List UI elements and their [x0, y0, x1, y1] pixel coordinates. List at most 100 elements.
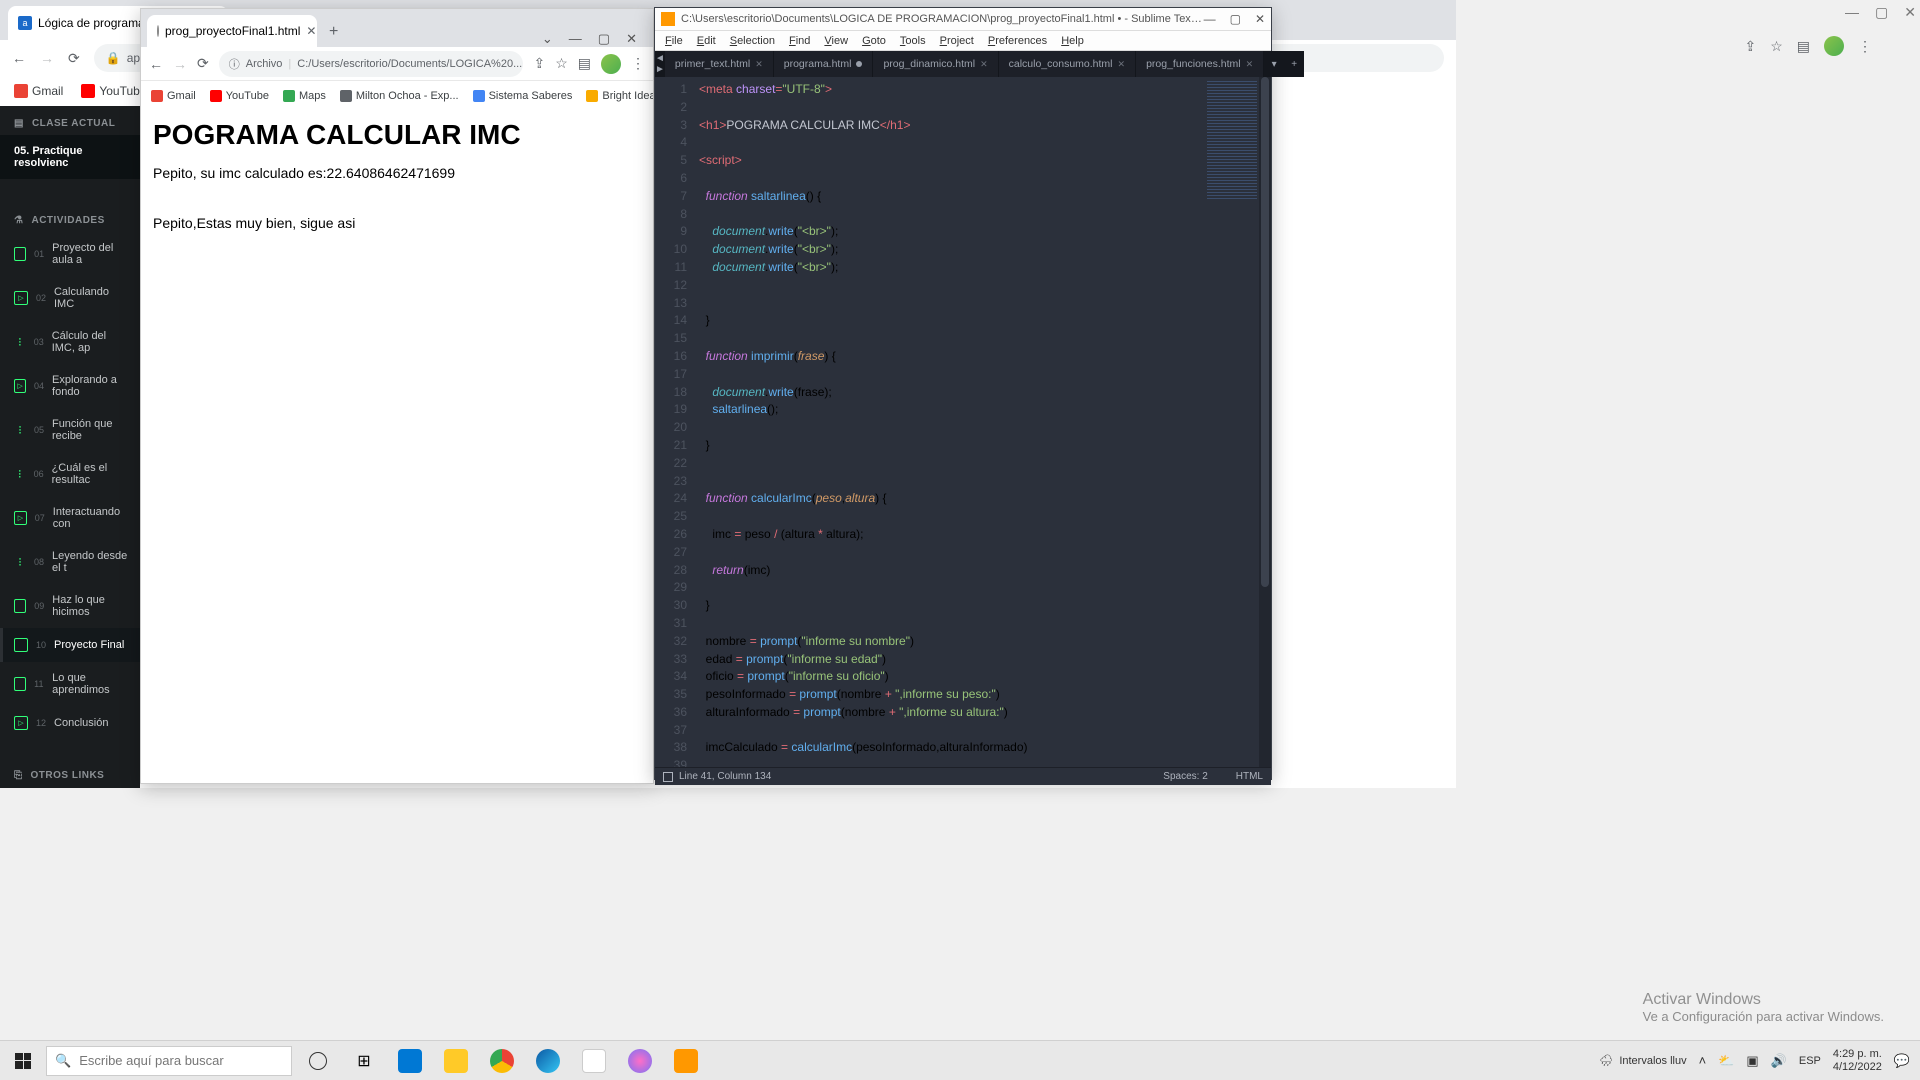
activity-item-02[interactable]: ▷02Calculando IMC — [0, 276, 140, 320]
front-url-field[interactable]: ⓘ Archivo | C:/Users/escritorio/Document… — [219, 51, 524, 77]
bookmark-gmail[interactable]: Gmail — [14, 84, 63, 98]
indent-setting[interactable]: Spaces: 2 — [1163, 771, 1207, 782]
tray-network-icon[interactable]: ▣ — [1746, 1053, 1758, 1069]
bookmark-gmail[interactable]: Gmail — [151, 90, 196, 102]
menu-project[interactable]: Project — [940, 35, 974, 47]
forward-icon[interactable]: → — [40, 50, 54, 66]
editor-area[interactable]: 1234567891011121314151617181920212223242… — [655, 77, 1271, 767]
activity-item-08[interactable]: ⁝08Leyendo desde el t — [0, 540, 140, 584]
activity-item-09[interactable]: 09Haz lo que hicimos — [0, 584, 140, 628]
tray-notifications-icon[interactable]: 💬 — [1894, 1053, 1910, 1069]
tab-dropdown-icon[interactable]: ⌄ — [542, 31, 553, 47]
activity-item-07[interactable]: ▷07Interactuando con — [0, 496, 140, 540]
menu-edit[interactable]: Edit — [697, 35, 716, 47]
editor-tab-prog_funciones[interactable]: prog_funciones.html✕ — [1136, 51, 1264, 77]
sublime-minimize-button[interactable]: — — [1204, 12, 1216, 26]
bookmark-sistema-saberes[interactable]: Sistema Saberes — [473, 90, 573, 102]
activity-item-03[interactable]: ⁝03Cálculo del IMC, ap — [0, 320, 140, 364]
tab-close-icon[interactable]: ✕ — [980, 59, 988, 70]
tab-scroll-left[interactable]: ◄ ► — [655, 51, 665, 77]
menu-help[interactable]: Help — [1061, 35, 1084, 47]
bg-close-button[interactable]: ✕ — [1904, 4, 1916, 21]
activity-item-04[interactable]: ▷04Explorando a fondo — [0, 364, 140, 408]
front-browser-tab[interactable]: prog_proyectoFinal1.html ✕ — [147, 15, 317, 47]
task-edge[interactable] — [526, 1041, 570, 1080]
maximize-button[interactable]: ▢ — [598, 31, 610, 47]
tab-close-icon[interactable]: ✕ — [1246, 59, 1254, 70]
share-icon[interactable]: ⇪ — [533, 55, 545, 72]
close-button[interactable]: ✕ — [626, 31, 637, 47]
bookmark-bright-ideas[interactable]: Bright Ideas — [586, 90, 653, 102]
side-panel-icon[interactable]: ▤ — [578, 55, 591, 72]
minimize-button[interactable]: — — [569, 31, 582, 47]
reload-icon[interactable]: ⟳ — [197, 55, 209, 72]
bg-panel-icon[interactable]: ▤ — [1797, 38, 1810, 55]
task-taskview[interactable]: ⊞ — [342, 1041, 386, 1080]
source-code[interactable]: <meta charset="UTF-8"> <h1>POGRAMA CALCU… — [693, 77, 1271, 767]
activity-item-01[interactable]: 01Proyecto del aula a — [0, 232, 140, 276]
task-chrome[interactable] — [480, 1041, 524, 1080]
bg-profile-avatar[interactable] — [1824, 36, 1844, 56]
tab-dropdown[interactable]: ▾ — [1264, 51, 1284, 77]
task-mail[interactable] — [388, 1041, 432, 1080]
menu-selection[interactable]: Selection — [730, 35, 775, 47]
back-icon[interactable]: ← — [149, 56, 163, 72]
tab-close-icon[interactable]: ✕ — [306, 24, 316, 38]
start-button[interactable] — [0, 1041, 46, 1080]
scrollbar-vertical[interactable] — [1259, 77, 1271, 767]
taskbar-search[interactable]: 🔍 Escribe aquí para buscar — [46, 1046, 292, 1076]
bg-share-icon[interactable]: ⇪ — [1744, 38, 1756, 55]
bg-maximize-button[interactable]: ▢ — [1875, 4, 1888, 21]
activity-item-10[interactable]: 10Proyecto Final — [0, 628, 140, 662]
task-sublime[interactable] — [664, 1041, 708, 1080]
bg-menu-icon[interactable]: ⋮ — [1858, 38, 1872, 55]
new-tab-button[interactable]: + — [323, 17, 344, 47]
tab-add[interactable]: + — [1284, 51, 1304, 77]
status-box-icon[interactable] — [663, 772, 673, 782]
profile-avatar[interactable] — [601, 54, 621, 74]
editor-tab-primer_text[interactable]: primer_text.html✕ — [665, 51, 774, 77]
activity-item-05[interactable]: ⁝05Función que recibe — [0, 408, 140, 452]
bg-star-icon[interactable]: ☆ — [1770, 38, 1783, 55]
sublime-close-button[interactable]: ✕ — [1255, 12, 1265, 26]
tray-chevron-icon[interactable]: ˄ — [1699, 1053, 1707, 1068]
bookmark-milton-ochoa-exp-[interactable]: Milton Ochoa - Exp... — [340, 90, 459, 102]
tray-cloud-icon[interactable]: ⛅ — [1718, 1053, 1734, 1069]
reload-icon[interactable]: ⟳ — [68, 50, 80, 67]
task-cortana[interactable] — [296, 1041, 340, 1080]
menu-tools[interactable]: Tools — [900, 35, 926, 47]
sublime-maximize-button[interactable]: ▢ — [1230, 12, 1241, 26]
tray-volume-icon[interactable]: 🔊 — [1771, 1053, 1787, 1069]
bg-minimize-button[interactable]: — — [1845, 4, 1859, 21]
tab-close-icon[interactable]: ✕ — [1118, 59, 1126, 70]
otros-discord[interactable]: ◈ Discord Alura — [0, 787, 140, 788]
tab-close-icon[interactable]: ✕ — [755, 59, 763, 70]
tray-clock[interactable]: 4:29 p. m. 4/12/2022 — [1833, 1048, 1882, 1072]
activity-item-06[interactable]: ⁝06¿Cuál es el resultac — [0, 452, 140, 496]
activity-item-12[interactable]: ▷12Conclusión — [0, 706, 140, 740]
editor-tab-programa[interactable]: programa.html — [774, 51, 874, 77]
menu-find[interactable]: Find — [789, 35, 810, 47]
star-icon[interactable]: ☆ — [555, 55, 568, 72]
syntax-setting[interactable]: HTML — [1236, 771, 1263, 782]
tray-language[interactable]: ESP — [1799, 1055, 1821, 1067]
menu-icon[interactable]: ⋮ — [631, 55, 645, 72]
bookmark-youtube[interactable]: YouTube — [81, 84, 146, 98]
back-icon[interactable]: ← — [12, 50, 26, 66]
bookmark-maps[interactable]: Maps — [283, 90, 326, 102]
forward-icon[interactable]: → — [173, 56, 187, 72]
task-explorer[interactable] — [434, 1041, 478, 1080]
activity-item-11[interactable]: 11Lo que aprendimos — [0, 662, 140, 706]
menu-view[interactable]: View — [824, 35, 848, 47]
weather-widget[interactable]: 🌧 Intervalos lluv — [1599, 1054, 1686, 1067]
sublime-titlebar[interactable]: C:\Users\escritorio\Documents\LOGICA DE … — [655, 8, 1271, 31]
bookmark-youtube[interactable]: YouTube — [210, 90, 269, 102]
current-class-item[interactable]: 05. Practique resolvienc — [0, 135, 140, 179]
editor-tab-prog_dinamico[interactable]: prog_dinamico.html✕ — [873, 51, 998, 77]
editor-tab-calculo_consumo[interactable]: calculo_consumo.html✕ — [999, 51, 1136, 77]
task-app1[interactable] — [618, 1041, 662, 1080]
menu-file[interactable]: File — [665, 35, 683, 47]
menu-preferences[interactable]: Preferences — [988, 35, 1047, 47]
menu-goto[interactable]: Goto — [862, 35, 886, 47]
task-store[interactable] — [572, 1041, 616, 1080]
